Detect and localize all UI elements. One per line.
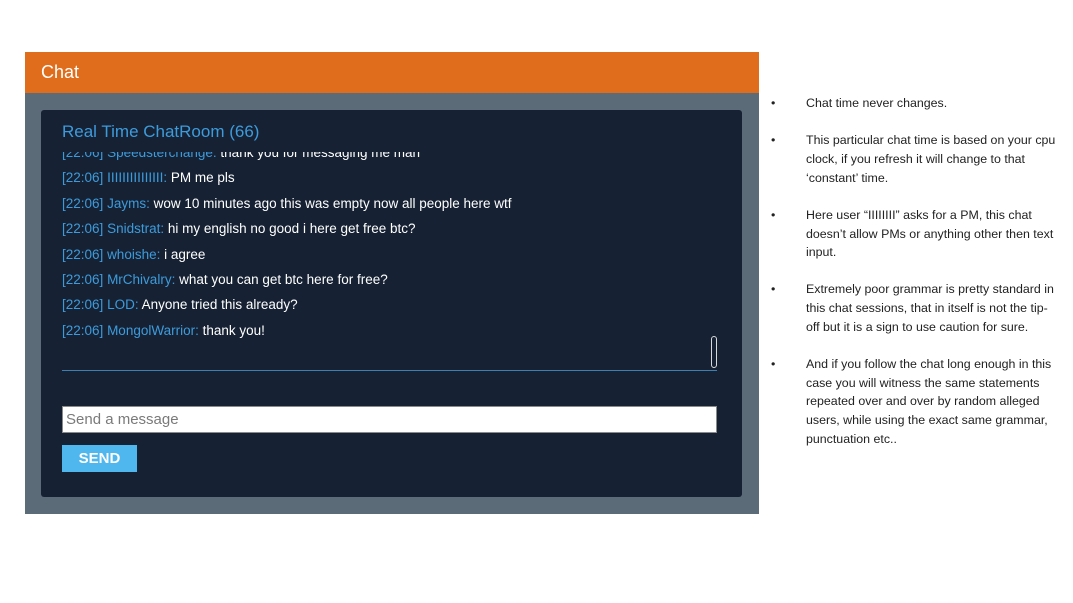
note-item: • Here user “IIIIIIII” asks for a PM, th…	[771, 206, 1061, 262]
message-input[interactable]	[62, 406, 717, 433]
chat-header-title: Chat	[25, 52, 759, 93]
chat-message: [22:06] Snidstrat: hi my english no good…	[62, 216, 717, 241]
message-time: [22:06]	[62, 195, 104, 211]
message-user[interactable]: LOD:	[107, 297, 139, 312]
message-text: thank you!	[202, 322, 265, 338]
notes-list: • Chat time never changes. • This partic…	[771, 94, 1061, 467]
message-text: wow 10 minutes ago this was empty now al…	[153, 195, 512, 211]
message-text: thank you for messaging me man	[220, 152, 421, 160]
message-time: [22:06]	[62, 152, 104, 160]
message-user[interactable]: Jayms:	[107, 196, 150, 211]
message-time: [22:06]	[62, 246, 104, 262]
message-text: Anyone tried this already?	[141, 297, 298, 313]
message-user[interactable]: IIIIIIIIIIIIIII:	[107, 170, 167, 185]
message-time: [22:06]	[62, 322, 104, 338]
message-time: [22:06]	[62, 170, 104, 186]
bullet-icon: •	[771, 282, 776, 297]
message-text: PM me pls	[170, 170, 235, 186]
chat-widget: Chat Real Time ChatRoom (66) [22:06] Spe…	[25, 52, 759, 514]
chat-message: [22:06] LOD: Anyone tried this already?	[62, 292, 717, 317]
note-text: And if you follow the chat long enough i…	[806, 357, 1052, 446]
message-text: hi my english no good i here get free bt…	[167, 221, 416, 237]
note-item: • And if you follow the chat long enough…	[771, 355, 1061, 449]
note-item: • This particular chat time is based on …	[771, 131, 1061, 187]
chat-room-panel: Real Time ChatRoom (66) [22:06] Speedste…	[41, 110, 742, 497]
note-text: Chat time never changes.	[806, 96, 948, 110]
note-text: Here user “IIIIIIII” asks for a PM, this…	[806, 207, 1054, 260]
bullet-icon: •	[771, 357, 776, 372]
note-item: • Chat time never changes.	[771, 94, 1061, 113]
chat-message: [22:06] MrChivalry: what you can get btc…	[62, 267, 717, 292]
message-user[interactable]: Speedsterchange:	[107, 152, 217, 160]
chat-message: [22:06] Jayms: wow 10 minutes ago this w…	[62, 191, 717, 216]
bullet-icon: •	[771, 133, 776, 148]
message-list[interactable]: [22:06] Speedsterchange: thank you for m…	[62, 152, 717, 369]
message-user[interactable]: MongolWarrior:	[107, 323, 199, 338]
note-text: Extremely poor grammar is pretty standar…	[806, 282, 1054, 334]
message-list-inner: [22:06] Speedsterchange: thank you for m…	[62, 152, 717, 343]
message-user[interactable]: MrChivalry:	[107, 272, 175, 287]
chat-message-partial: [22:06] Speedsterchange: thank you for m…	[62, 152, 717, 165]
note-text: This particular chat time is based on yo…	[806, 133, 1056, 185]
message-time: [22:06]	[62, 221, 104, 237]
message-user[interactable]: whoishe:	[107, 247, 160, 262]
room-title: Real Time ChatRoom (66)	[62, 122, 260, 141]
message-scrollbar-thumb[interactable]	[711, 336, 717, 368]
chat-message: [22:06] IIIIIIIIIIIIIII: PM me pls	[62, 165, 717, 190]
bullet-icon: •	[771, 207, 776, 222]
message-user[interactable]: Snidstrat:	[107, 221, 164, 236]
bullet-icon: •	[771, 96, 776, 110]
chat-message: [22:06] MongolWarrior: thank you!	[62, 318, 717, 343]
chat-message: [22:06] whoishe: i agree	[62, 242, 717, 267]
note-item: • Extremely poor grammar is pretty stand…	[771, 280, 1061, 336]
message-time: [22:06]	[62, 271, 104, 287]
message-divider	[62, 370, 717, 371]
send-button[interactable]: SEND	[62, 445, 137, 472]
message-time: [22:06]	[62, 297, 104, 313]
slide: Chat Real Time ChatRoom (66) [22:06] Spe…	[0, 0, 1073, 603]
message-text: what you can get btc here for free?	[179, 271, 388, 287]
message-text: i agree	[164, 246, 206, 262]
